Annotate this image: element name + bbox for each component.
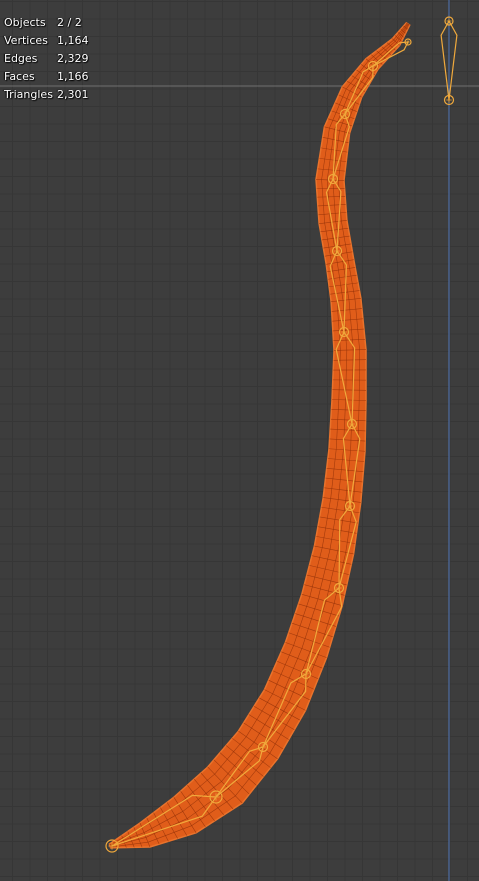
stat-label: Objects [4, 16, 46, 29]
3d-viewport[interactable]: Objects 2 / 2 Vertices 1,164 Edges 2,329… [0, 0, 479, 881]
stat-label: Triangles [4, 88, 53, 101]
stat-value: 1,166 [57, 70, 89, 83]
stat-vertices: Vertices 1,164 [4, 32, 89, 50]
bone-joint-cross [446, 18, 452, 24]
stat-value: 1,164 [57, 34, 89, 47]
stat-label: Faces [4, 70, 35, 83]
stat-faces: Faces 1,166 [4, 68, 89, 86]
stat-label: Vertices [4, 34, 48, 47]
stat-label: Edges [4, 52, 38, 65]
bone-joint-cross [446, 97, 452, 103]
scene-canvas[interactable] [0, 0, 479, 881]
stat-objects: Objects 2 / 2 [4, 14, 89, 32]
stat-edges: Edges 2,329 [4, 50, 89, 68]
stat-triangles: Triangles 2,301 [4, 86, 89, 104]
stat-value: 2,329 [57, 52, 89, 65]
tail-mesh-body[interactable] [108, 21, 411, 849]
statistics-overlay: Objects 2 / 2 Vertices 1,164 Edges 2,329… [4, 14, 89, 104]
stat-value: 2,301 [57, 88, 89, 101]
stat-value: 2 / 2 [57, 16, 82, 29]
tail-mesh[interactable] [108, 21, 411, 849]
